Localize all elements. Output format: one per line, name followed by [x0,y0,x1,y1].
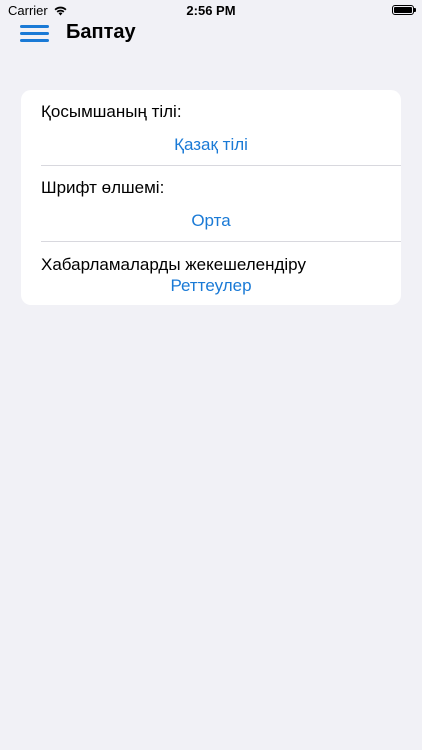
menu-line [20,39,49,42]
notifications-label: Хабарламаларды жекешелендіру [41,255,306,274]
language-label: Қосымшаның тілі: [41,102,182,121]
language-value[interactable]: Қазақ тілі [21,135,401,155]
setting-row-font-size[interactable]: Шрифт өлшемі: Орта [21,166,401,242]
notifications-value[interactable]: Реттеулер [21,276,401,296]
font-size-value[interactable]: Орта [21,211,401,231]
navigation-bar: Баптау [0,20,422,46]
setting-row-notifications[interactable]: Хабарламаларды жекешелендіру Реттеулер [21,242,401,305]
font-size-label: Шрифт өлшемі: [41,178,165,197]
battery-icon [392,5,416,15]
setting-row-language[interactable]: Қосымшаның тілі: Қазақ тілі [21,90,401,166]
hamburger-menu-icon[interactable] [20,23,49,43]
settings-card: Қосымшаның тілі: Қазақ тілі Шрифт өлшемі… [21,90,401,305]
status-time: 2:56 PM [186,3,236,18]
battery-cap [414,8,416,12]
battery-level [394,7,412,13]
menu-line [20,32,49,35]
page-title: Баптау [66,21,136,43]
menu-line [20,25,49,28]
status-bar: Carrier 2:56 PM [0,0,422,22]
